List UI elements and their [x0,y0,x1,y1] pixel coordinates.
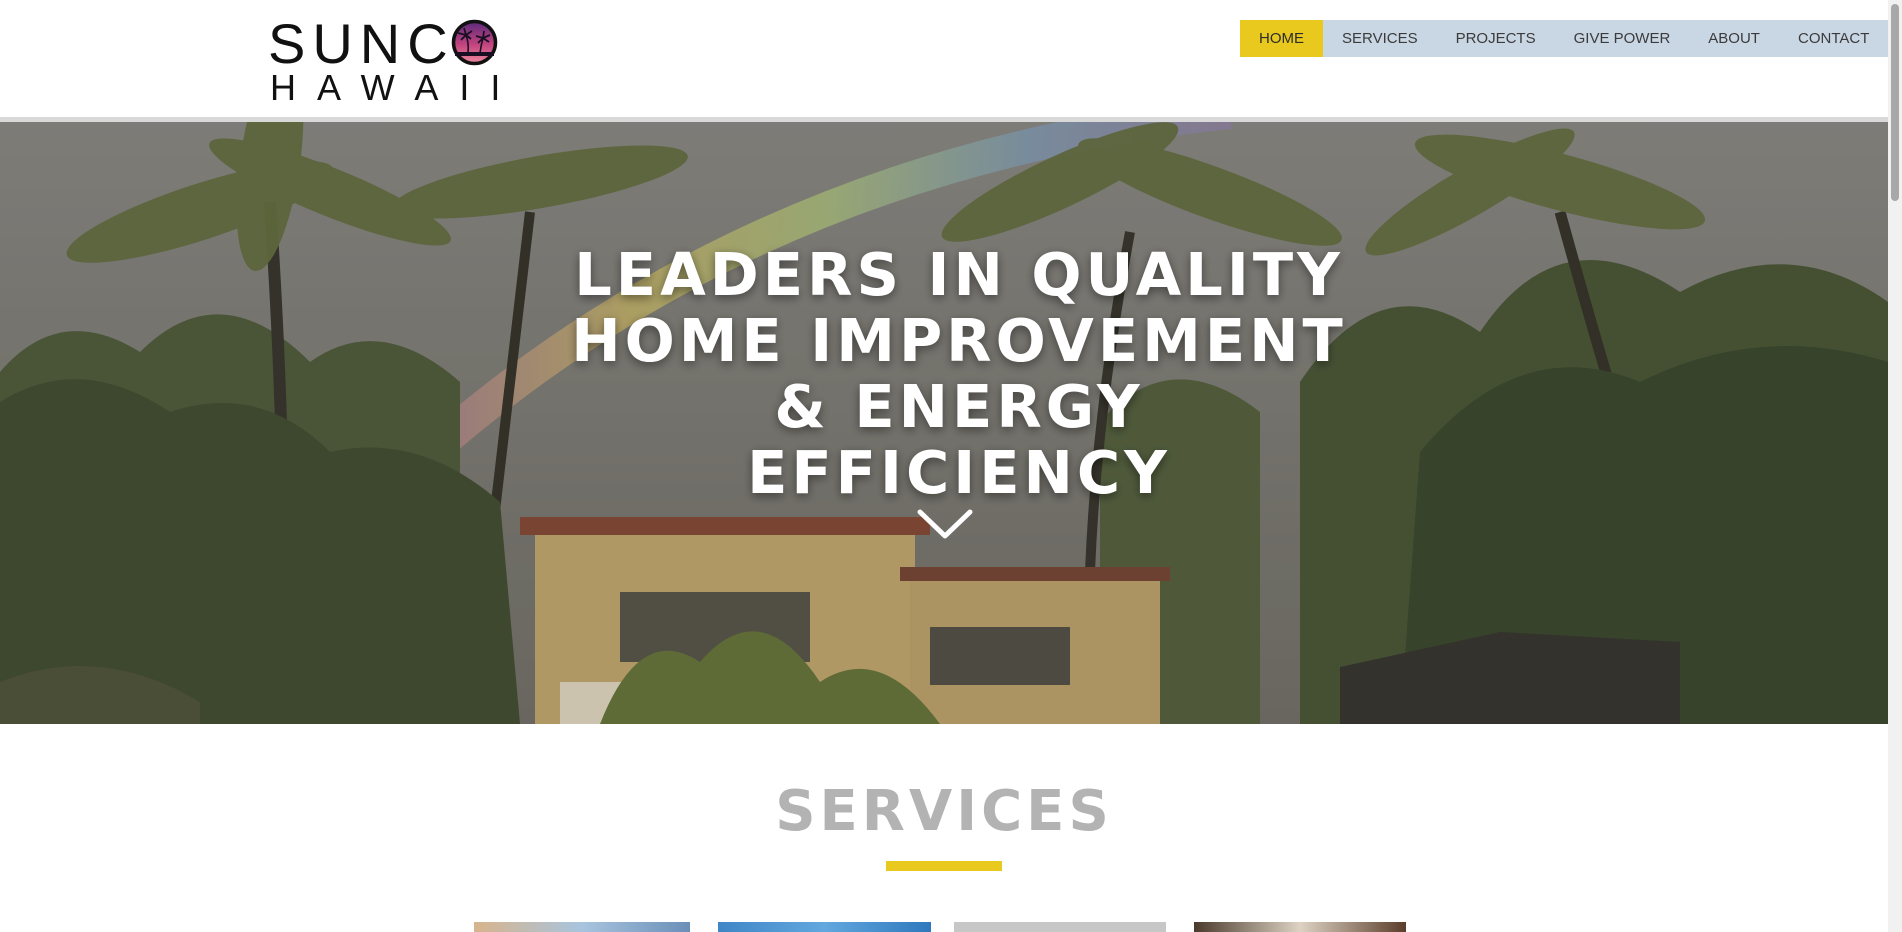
logo-text-bottom: HAWAII [270,67,522,108]
service-thumbnail[interactable] [718,922,931,932]
page-scrollbar[interactable] [1888,0,1902,932]
service-thumbnail[interactable] [474,922,690,932]
nav-item-home[interactable]: HOME [1240,20,1323,57]
chevron-down-icon[interactable] [917,509,973,539]
service-thumbnail[interactable] [954,922,1166,932]
site-logo[interactable]: SUNC HAWAII [268,12,500,108]
services-heading: SERVICES [775,779,1113,844]
service-thumbnail[interactable] [1194,922,1406,932]
hero-banner: LEADERS IN QUALITY HOME IMPROVEMENT & EN… [0,122,1888,724]
nav-item-about[interactable]: ABOUT [1689,20,1779,57]
palm-sunset-icon [451,19,498,66]
nav-item-projects[interactable]: PROJECTS [1437,20,1555,57]
services-heading-underline [886,861,1002,871]
hero-headline-line: HOME IMPROVEMENT [571,306,1347,375]
hero-headline-line: EFFICIENCY [747,438,1171,507]
site-header: SUNC HAWAII HOME SERVICES PROJECTS GIVE … [0,0,1889,117]
nav-item-services[interactable]: SERVICES [1323,20,1437,57]
hero-headline: LEADERS IN QUALITY HOME IMPROVEMENT & EN… [544,242,1374,506]
nav-item-contact[interactable]: CONTACT [1779,20,1888,57]
nav-item-give-power[interactable]: GIVE POWER [1555,20,1690,57]
hero-headline-line: & ENERGY [774,372,1144,441]
logo-text-top: SUNC [268,12,455,75]
hero-headline-line: LEADERS IN QUALITY [574,240,1344,309]
main-nav: HOME SERVICES PROJECTS GIVE POWER ABOUT … [1240,20,1889,57]
scrollbar-thumb[interactable] [1891,4,1899,201]
